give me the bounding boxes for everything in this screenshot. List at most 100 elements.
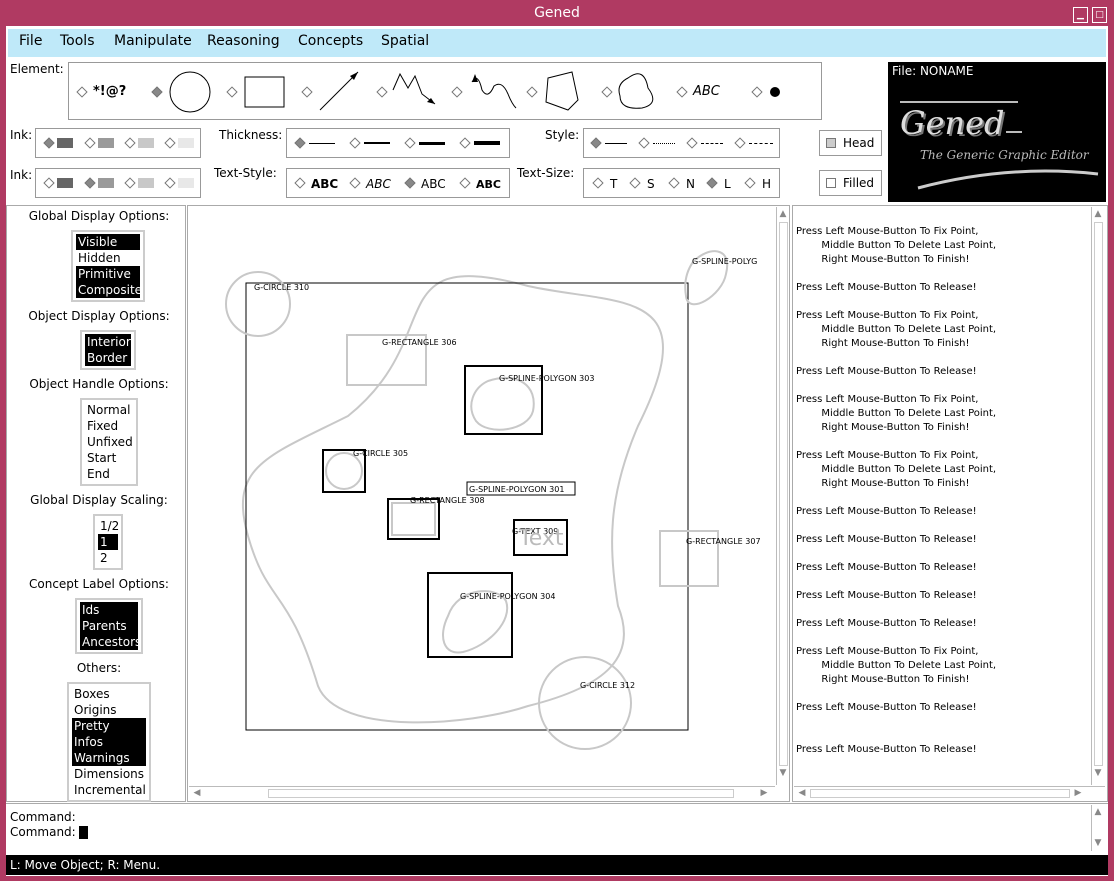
thickness-line-1 bbox=[309, 143, 335, 144]
message-scroll-left-icon[interactable]: ◀ bbox=[796, 788, 808, 798]
text-ink-label: Ink: bbox=[10, 168, 33, 182]
symbol-text: *!@? bbox=[93, 84, 127, 99]
label-rectangle-307: G-RECTANGLE 307 bbox=[686, 537, 761, 546]
rectangle-icon bbox=[244, 76, 285, 108]
concept-label-ids[interactable]: Ids bbox=[80, 602, 138, 618]
command-cursor bbox=[79, 826, 88, 839]
spline-polygon-304-box bbox=[427, 572, 513, 658]
polyline-icon bbox=[392, 72, 436, 105]
scaling-two[interactable]: 2 bbox=[98, 550, 118, 566]
others-title: Others: bbox=[76, 661, 122, 675]
global-display-hidden[interactable]: Hidden bbox=[76, 250, 140, 266]
command-pane[interactable] bbox=[6, 803, 1108, 853]
canvas-hscroll-thumb[interactable] bbox=[268, 789, 734, 798]
message-6: Press Left Mouse-Button To Fix Point, Mi… bbox=[796, 450, 997, 489]
menu-reasoning[interactable]: Reasoning bbox=[207, 33, 280, 49]
canvas-scroll-right-icon[interactable]: ▶ bbox=[758, 788, 770, 798]
message-scroll-down-icon[interactable]: ▼ bbox=[1092, 768, 1104, 778]
ink-swatch-3 bbox=[138, 138, 154, 148]
style-longdash-line bbox=[749, 143, 773, 144]
object-handle-normal[interactable]: Normal bbox=[85, 402, 133, 418]
message-hscroll-thumb[interactable] bbox=[810, 789, 1070, 798]
circle-310 bbox=[225, 271, 291, 337]
object-handle-fixed[interactable]: Fixed bbox=[85, 418, 133, 434]
label-circle-312: G-CIRCLE 312 bbox=[580, 681, 636, 690]
others-origins[interactable]: Origins bbox=[72, 702, 146, 718]
command-scroll-down-icon[interactable]: ▼ bbox=[1092, 838, 1104, 848]
message-9: Press Left Mouse-Button To Release! bbox=[796, 562, 977, 573]
global-display-primitive[interactable]: Primitive bbox=[76, 266, 140, 282]
maximize-button[interactable]: □ bbox=[1092, 7, 1107, 23]
minimize-button[interactable]: ▁ bbox=[1073, 7, 1088, 23]
polygon-icon bbox=[545, 71, 579, 111]
label-spline-polygon-301: G-SPLINE-POLYGON 301 bbox=[469, 485, 565, 494]
message-14: Press Left Mouse-Button To Release! bbox=[796, 744, 977, 755]
others-infos[interactable]: Infos bbox=[72, 734, 146, 750]
others-list: Boxes Origins Pretty Infos Warnings Dime… bbox=[67, 682, 151, 802]
message-scroll-right-icon[interactable]: ▶ bbox=[1072, 788, 1084, 798]
concept-label-ancestors[interactable]: Ancestors bbox=[80, 634, 141, 650]
ink-swatch-4 bbox=[178, 138, 194, 148]
canvas-scroll-left-icon[interactable]: ◀ bbox=[191, 788, 203, 798]
message-11: Press Left Mouse-Button To Release! bbox=[796, 618, 977, 629]
scaling-title: Global Display Scaling: bbox=[30, 493, 168, 507]
message-vscroll-thumb[interactable] bbox=[1094, 222, 1103, 766]
command-line-1: Command: bbox=[10, 810, 76, 824]
message-3: Press Left Mouse-Button To Fix Point, Mi… bbox=[796, 310, 997, 349]
menu-file[interactable]: File bbox=[19, 33, 42, 49]
global-display-title: Global Display Options: bbox=[28, 209, 170, 223]
text-object: Text bbox=[519, 526, 564, 551]
object-handle-end[interactable]: End bbox=[85, 466, 133, 482]
thickness-line-3 bbox=[419, 142, 445, 145]
menu-manipulate[interactable]: Manipulate bbox=[114, 33, 192, 49]
label-spline-polyg: G-SPLINE-POLYG bbox=[692, 257, 758, 266]
object-display-border[interactable]: Border bbox=[85, 350, 131, 366]
canvas-scroll-up-icon[interactable]: ▲ bbox=[777, 209, 789, 219]
canvas-scroll-down-icon[interactable]: ▼ bbox=[777, 768, 789, 778]
status-bar: L: Move Object; R: Menu. bbox=[6, 855, 1108, 875]
window-title: Gened bbox=[534, 5, 580, 21]
message-8: Press Left Mouse-Button To Release! bbox=[796, 534, 977, 545]
global-display-composite[interactable]: Composite bbox=[76, 282, 142, 298]
menu-concepts[interactable]: Concepts bbox=[298, 33, 363, 49]
global-display-list: Visible Hidden Primitive Composite bbox=[71, 230, 145, 302]
text-style-bold: ABC bbox=[311, 177, 339, 191]
spline-icon bbox=[471, 77, 517, 109]
object-display-interior[interactable]: Interior bbox=[85, 334, 131, 350]
text-ink-swatch-2 bbox=[98, 178, 114, 188]
text-style-roman: ABC bbox=[421, 177, 446, 191]
label-circle-305: G-CIRCLE 305 bbox=[353, 449, 409, 458]
filled-checkbox[interactable] bbox=[826, 178, 836, 188]
thickness-line-2 bbox=[364, 142, 390, 144]
message-scroll-up-icon[interactable]: ▲ bbox=[1092, 209, 1104, 219]
text-size-l: L bbox=[724, 177, 731, 191]
text-ink-swatch-1 bbox=[57, 178, 73, 188]
ink-label: Ink: bbox=[10, 128, 33, 142]
text-size-t: T bbox=[610, 177, 618, 191]
object-handle-start[interactable]: Start bbox=[85, 450, 133, 466]
style-dotted-line bbox=[653, 143, 675, 144]
circle-312 bbox=[538, 656, 632, 750]
canvas-vscroll-thumb[interactable] bbox=[779, 222, 788, 766]
others-boxes[interactable]: Boxes bbox=[72, 686, 146, 702]
text-style-small-bold: ABC bbox=[476, 178, 501, 191]
concept-label-parents[interactable]: Parents bbox=[80, 618, 138, 634]
others-dimensions[interactable]: Dimensions bbox=[72, 766, 146, 782]
global-display-visible[interactable]: Visible bbox=[76, 234, 140, 250]
others-warnings[interactable]: Warnings bbox=[72, 750, 146, 766]
head-checkbox[interactable] bbox=[826, 138, 836, 148]
object-handle-unfixed[interactable]: Unfixed bbox=[85, 434, 133, 450]
object-handle-list: Normal Fixed Unfixed Start End bbox=[80, 398, 138, 486]
menu-tools[interactable]: Tools bbox=[60, 33, 95, 49]
ink-swatch-1 bbox=[57, 138, 73, 148]
message-5: Press Left Mouse-Button To Fix Point, Mi… bbox=[796, 394, 997, 433]
scaling-half[interactable]: 1/2 bbox=[98, 518, 119, 534]
object-handle-title: Object Handle Options: bbox=[29, 377, 169, 391]
others-pretty[interactable]: Pretty bbox=[72, 718, 146, 734]
menu-spatial[interactable]: Spatial bbox=[381, 33, 429, 49]
command-scroll-up-icon[interactable]: ▲ bbox=[1092, 807, 1104, 817]
others-incremental[interactable]: Incremental bbox=[72, 782, 146, 798]
style-label: Style: bbox=[545, 128, 580, 142]
object-display-list: Interior Border bbox=[80, 330, 136, 370]
scaling-one[interactable]: 1 bbox=[98, 534, 118, 550]
